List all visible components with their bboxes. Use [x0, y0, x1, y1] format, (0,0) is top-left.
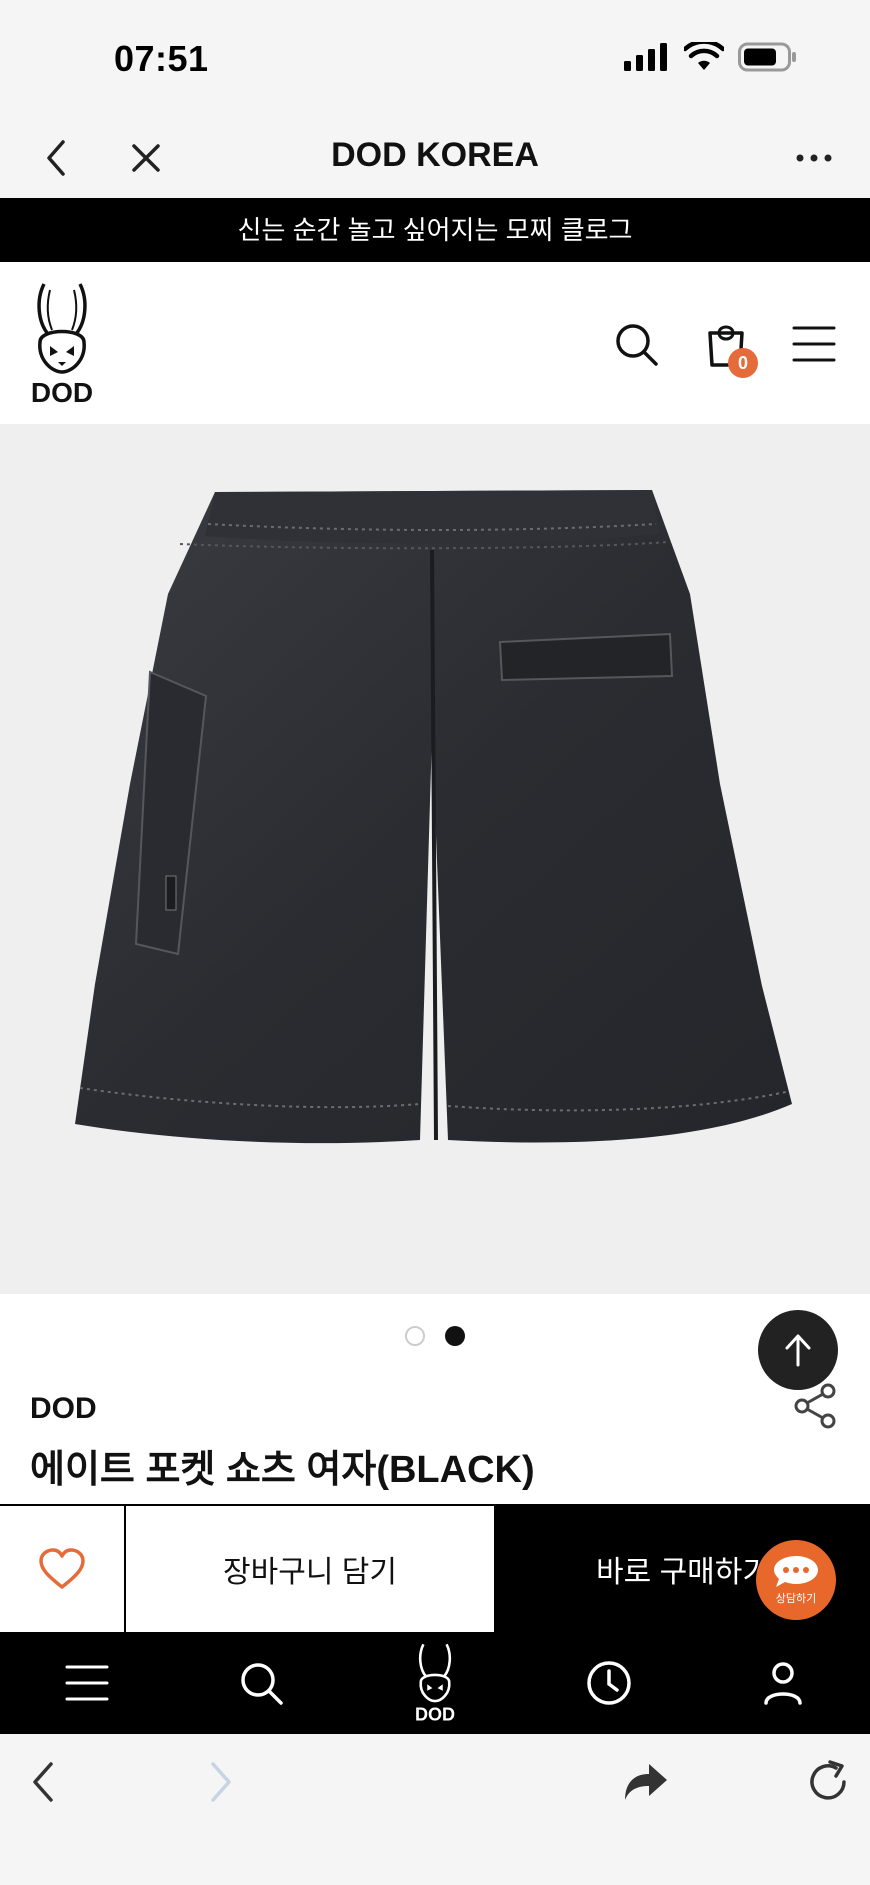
purchase-bar: 장바구니 담기 바로 구매하기 — [0, 1504, 870, 1632]
status-icons — [624, 42, 798, 72]
chat-label: 상담하기 — [775, 1593, 817, 1605]
browser-reload-button[interactable] — [800, 1754, 856, 1810]
hamburger-icon — [65, 1665, 109, 1701]
chat-consult-button[interactable]: 상담하기 — [756, 1540, 836, 1620]
arrow-up-icon — [785, 1334, 811, 1367]
product-info: DOD 에이트 포켓 쇼츠 여자(BLACK) — [0, 1294, 870, 1504]
chat-bubble-icon — [774, 1556, 818, 1587]
dod-logo[interactable]: DOD — [28, 282, 96, 408]
pagination-dot-1[interactable] — [405, 1326, 425, 1346]
logo-text: DOD — [31, 377, 93, 406]
more-button[interactable] — [788, 132, 840, 184]
add-to-cart-button[interactable]: 장바구니 담기 — [126, 1506, 496, 1632]
cart-button[interactable]: 0 — [700, 318, 758, 378]
browser-toolbar — [0, 1734, 870, 1885]
product-name: 에이트 포켓 쇼츠 여자(BLACK) — [30, 1449, 535, 1491]
wishlist-button[interactable] — [0, 1506, 126, 1632]
nav-search[interactable] — [231, 1653, 291, 1713]
browser-share-button[interactable] — [618, 1754, 674, 1810]
promo-banner[interactable]: 신는 순간 놀고 싶어지는 모찌 클로그 — [0, 198, 870, 262]
browser-forward-button[interactable] — [194, 1754, 250, 1810]
image-pagination[interactable] — [0, 1326, 870, 1346]
search-icon — [241, 1663, 283, 1705]
hamburger-icon — [792, 326, 836, 362]
wifi-icon — [684, 42, 724, 70]
dod-logo-icon: DOD — [415, 1643, 455, 1723]
menu-button[interactable] — [788, 318, 840, 370]
heart-icon — [39, 1548, 85, 1589]
rabbit-logo-icon: DOD — [31, 283, 93, 408]
site-header: DOD 0 — [0, 262, 870, 424]
signal-icon — [624, 43, 667, 71]
search-icon — [616, 324, 658, 366]
nav-home[interactable]: DOD — [405, 1643, 465, 1723]
cart-count-badge: 0 — [728, 348, 758, 378]
nav-account[interactable] — [753, 1653, 813, 1713]
status-time: 07:51 — [114, 38, 209, 79]
browser-back-button[interactable] — [14, 1754, 70, 1810]
reload-icon — [810, 1760, 846, 1800]
clock-icon — [587, 1661, 631, 1705]
scroll-to-top-button[interactable] — [758, 1310, 838, 1390]
chevron-right-icon — [211, 1762, 231, 1802]
nav-recent[interactable] — [579, 1653, 639, 1713]
browser-header: DOD KOREA — [0, 118, 870, 198]
bottom-nav: DOD — [0, 1632, 870, 1734]
nav-menu[interactable] — [57, 1653, 117, 1713]
forward-arrow-icon — [625, 1764, 667, 1800]
search-button[interactable] — [610, 318, 662, 370]
more-icon — [796, 154, 832, 162]
nav-logo-text: DOD — [415, 1704, 455, 1723]
browser-title: DOD KOREA — [331, 136, 539, 174]
product-brand: DOD — [30, 1392, 97, 1425]
product-image[interactable] — [0, 424, 870, 1294]
shorts-image — [75, 490, 792, 1144]
chevron-left-icon — [33, 1762, 53, 1802]
pagination-dot-2[interactable] — [445, 1326, 465, 1346]
status-bar: 07:51 — [0, 0, 870, 118]
user-icon — [764, 1662, 802, 1705]
battery-icon — [738, 42, 796, 72]
